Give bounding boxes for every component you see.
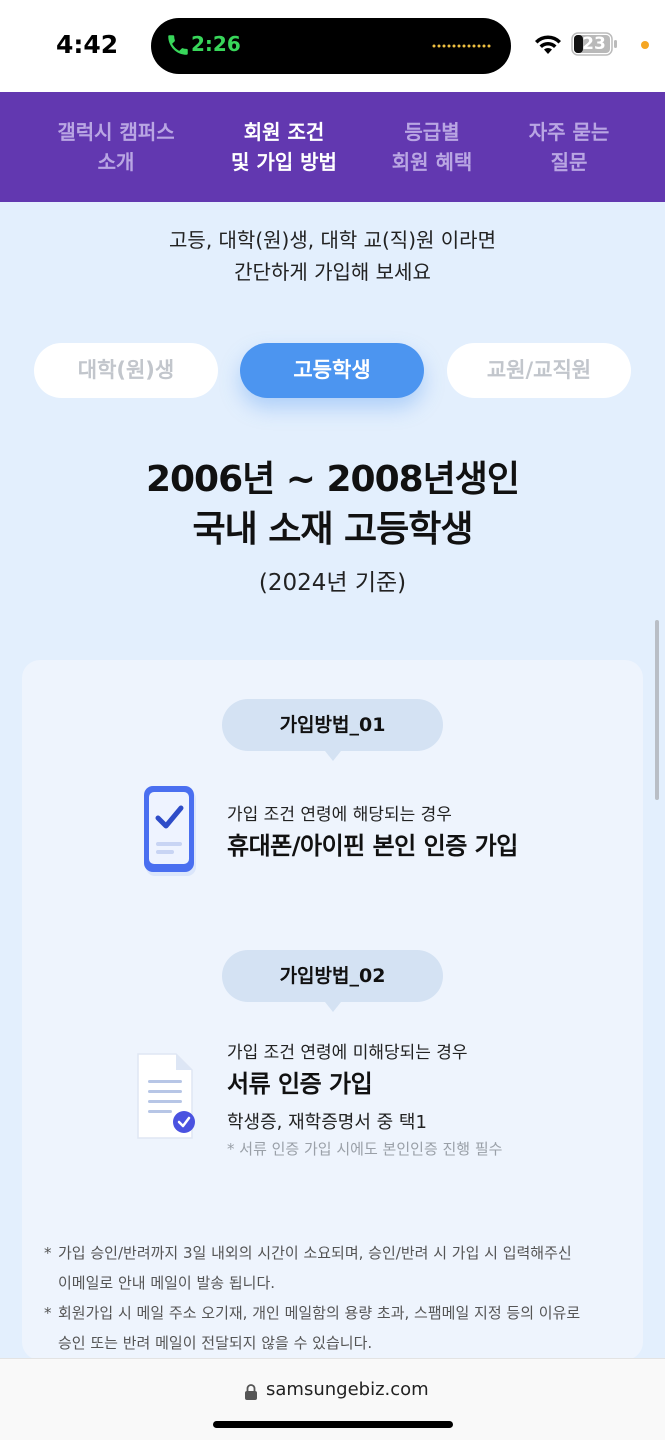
notice-line: 회원가입 시 메일 주소 오기재, 개인 메일함의 용량 초과, 스팸메일 지정… — [58, 1304, 581, 1322]
home-indicator[interactable] — [213, 1421, 453, 1428]
tab-faculty[interactable]: 교원/교직원 — [447, 343, 631, 398]
dynamic-island[interactable]: 2:26 — [151, 18, 511, 74]
method-label-pointer — [325, 751, 341, 761]
wifi-icon — [535, 35, 561, 54]
nav-item-label: 소개 — [97, 150, 135, 174]
eligibility-basis: (2024년 기준) — [258, 570, 407, 596]
nav-item-label: 등급별 — [404, 120, 460, 144]
eligibility-headline: 2006년 ~ 2008년생인 국내 소재 고등학생 — [0, 455, 665, 555]
top-navigation: 갤럭시 캠퍼스 소개 회원 조건 및 가입 방법 등급별 회원 혜택 자주 묻는… — [0, 92, 665, 202]
headline-line: 국내 소재 고등학생 — [192, 509, 473, 550]
nav-item-label: 갤럭시 캠퍼스 — [57, 120, 175, 144]
notice-line: 가입 승인/반려까지 3일 내외의 시간이 소요되며, 승인/반려 시 가입 시… — [58, 1244, 572, 1262]
signup-methods-card: 가입방법_01 가입 조건 연령에 해당되는 경우 휴대폰/아이핀 본인 인증 … — [22, 660, 643, 1360]
battery-level: 23 — [582, 34, 606, 54]
method-note: * 서류 인증 가입 시에도 본인인증 진행 필수 — [227, 1140, 503, 1158]
method-label: 가입방법_02 — [222, 950, 443, 1002]
document-check-icon — [137, 1053, 195, 1139]
method-title: 서류 인증 가입 — [227, 1070, 373, 1098]
url-text[interactable]: samsungebiz.com — [266, 1379, 429, 1400]
nav-item-label: 질문 — [550, 150, 588, 174]
intro-line: 고등, 대학(원)생, 대학 교(직)원 이라면 — [169, 228, 496, 252]
phone-check-icon — [144, 786, 196, 876]
clock: 4:42 — [56, 30, 119, 59]
method-documents: 학생증, 재학증명서 중 택1 — [227, 1112, 427, 1133]
notice-item: * 회원가입 시 메일 주소 오기재, 개인 메일함의 용량 초과, 스팸메일 … — [44, 1298, 634, 1358]
nav-item-label: 및 가입 방법 — [231, 150, 337, 174]
notice-line: 이메일로 안내 메일이 발송 됩니다. — [58, 1274, 276, 1292]
nav-item-label: 회원 혜택 — [391, 150, 473, 174]
intro-text: 고등, 대학(원)생, 대학 교(직)원 이라면 간단하게 가입해 보세요 — [0, 224, 665, 288]
nav-item-membership[interactable]: 회원 조건 및 가입 방법 — [204, 117, 364, 177]
headline-line: 2006년 ~ 2008년생인 — [145, 459, 520, 500]
method-label-pointer — [325, 1002, 341, 1012]
lock-icon — [245, 1384, 257, 1400]
method-subtitle: 가입 조건 연령에 해당되는 경우 — [227, 805, 452, 825]
tab-highschool[interactable]: 고등학생 — [240, 343, 424, 398]
notice-bullet: * — [44, 1244, 52, 1262]
phone-call-icon — [168, 35, 188, 55]
privacy-indicator — [641, 41, 649, 49]
tab-university[interactable]: 대학(원)생 — [34, 343, 218, 398]
nav-item-faq[interactable]: 자주 묻는 질문 — [489, 117, 649, 177]
method-label: 가입방법_01 — [222, 699, 443, 751]
method-title: 휴대폰/아이핀 본인 인증 가입 — [227, 832, 518, 860]
method-subtitle: 가입 조건 연령에 미해당되는 경우 — [227, 1043, 468, 1063]
nav-item-label: 자주 묻는 — [528, 120, 610, 144]
browser-address-bar[interactable]: samsungebiz.com — [0, 1358, 665, 1440]
nav-item-benefits[interactable]: 등급별 회원 혜택 — [352, 117, 512, 177]
intro-line: 간단하게 가입해 보세요 — [234, 260, 431, 284]
nav-item-label: 회원 조건 — [243, 120, 325, 144]
audio-wave-icon — [432, 44, 491, 48]
notice-list: * 가입 승인/반려까지 3일 내외의 시간이 소요되며, 승인/반려 시 가입… — [44, 1238, 634, 1358]
nav-item-about[interactable]: 갤럭시 캠퍼스 소개 — [36, 117, 196, 177]
notice-item: * 가입 승인/반려까지 3일 내외의 시간이 소요되며, 승인/반려 시 가입… — [44, 1238, 634, 1298]
call-duration: 2:26 — [191, 32, 241, 56]
status-bar: 4:42 2:26 23 — [0, 0, 665, 92]
notice-line: 승인 또는 반려 메일이 전달되지 않을 수 있습니다. — [58, 1334, 373, 1352]
notice-bullet: * — [44, 1304, 52, 1322]
scrollbar[interactable] — [655, 620, 659, 800]
